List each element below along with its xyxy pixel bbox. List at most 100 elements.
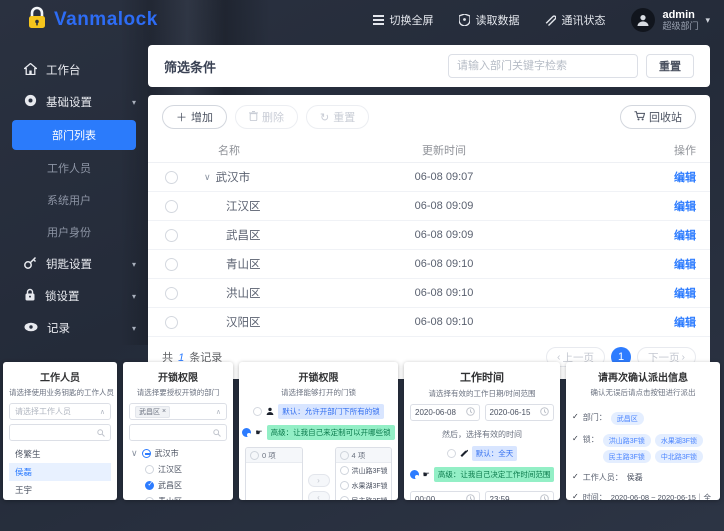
edit-link[interactable]: 编辑 xyxy=(674,317,696,329)
read-data-button[interactable]: 读取数据 xyxy=(459,12,519,28)
lock-item[interactable]: 民主路3F锁 xyxy=(336,493,392,500)
tree-node[interactable]: 江汉区 xyxy=(129,461,227,477)
plus-icon: ＋ xyxy=(176,109,187,125)
time-to-input[interactable]: 23:59 xyxy=(485,491,555,500)
checkbox[interactable] xyxy=(340,496,349,500)
checkbox[interactable] xyxy=(145,465,154,474)
checkbox-checked[interactable] xyxy=(145,481,154,490)
sidebar-item-staff[interactable]: 工作人员 xyxy=(0,152,148,184)
option-custom-row[interactable]: ☛ 高级：让我自己来定制可以开哪些锁 xyxy=(245,425,392,440)
lock-item[interactable]: 水果湖3F锁 xyxy=(336,478,392,493)
dept-name: 江汉区 xyxy=(226,198,261,214)
dept-search-input[interactable] xyxy=(448,54,638,78)
top-actions: 切换全屏 读取数据 通讯状态 admin 超级部门 xyxy=(373,8,710,32)
lock-item[interactable]: 洪山路3F锁 xyxy=(336,463,392,478)
delete-button[interactable]: 删除 xyxy=(235,105,298,129)
option-custom-row[interactable]: ☛ 高级：让我自己决定工作时间范围 xyxy=(410,467,554,482)
row-radio[interactable] xyxy=(165,171,178,184)
staff-option[interactable]: 佟繁生 xyxy=(9,445,111,463)
dept-tag: 武昌区× xyxy=(135,406,170,418)
radio[interactable] xyxy=(253,407,262,416)
edit-link[interactable]: 编辑 xyxy=(674,201,696,213)
date-from-input[interactable]: 2020-06-08 xyxy=(410,404,480,421)
staff-option[interactable]: 陈金波 xyxy=(9,499,111,500)
comm-status-button[interactable]: 通讯状态 xyxy=(545,12,605,28)
checkbox-indeterminate[interactable] xyxy=(142,449,151,458)
checkbox[interactable] xyxy=(145,497,154,501)
sidebar-item-user-identity[interactable]: 用户身份 xyxy=(0,216,148,248)
move-right-button[interactable]: › xyxy=(308,474,330,487)
checkbox[interactable] xyxy=(340,481,349,490)
staff-search-box[interactable] xyxy=(9,424,111,441)
checkbox[interactable] xyxy=(250,451,259,460)
tree-node[interactable]: 武昌区 xyxy=(129,477,227,493)
recycle-bin-button[interactable]: 回收站 xyxy=(620,105,696,129)
dept-select[interactable]: 武昌区× ∧ xyxy=(129,403,227,420)
edit-link[interactable]: 编辑 xyxy=(674,172,696,184)
transfer-right-panel: 4 项 洪山路3F锁 水果湖3F锁 民主路3F锁 中北路3F锁 xyxy=(335,447,393,500)
date-to-input[interactable]: 2020-06-15 xyxy=(485,404,555,421)
staff-option-selected[interactable]: 侯磊 xyxy=(9,463,111,481)
collapse-icon[interactable]: ∨ xyxy=(131,448,138,459)
radio[interactable] xyxy=(447,449,456,458)
dept-tag: 武昌区 xyxy=(611,412,644,425)
staff-option[interactable]: 王宇 xyxy=(9,481,111,499)
row-radio[interactable] xyxy=(165,287,178,300)
dept-search-box[interactable] xyxy=(129,424,227,441)
edit-link[interactable]: 编辑 xyxy=(674,288,696,300)
row-radio[interactable] xyxy=(165,316,178,329)
collapse-icon[interactable]: ∨ xyxy=(204,172,211,183)
row-radio[interactable] xyxy=(165,258,178,271)
sidebar-label-basic-settings: 基础设置 xyxy=(46,94,92,110)
column-header-name: 名称 xyxy=(194,142,344,158)
staff-select[interactable]: 请选择工作人员 ∧ xyxy=(9,403,111,420)
sidebar-item-dept-list[interactable]: 部门列表 xyxy=(12,120,136,150)
dept-table-card: ＋ 增加 删除 ↻ 重置 xyxy=(148,95,710,379)
user-menu[interactable]: admin 超级部门 ▾ xyxy=(631,8,710,32)
staff-search-input[interactable] xyxy=(15,428,97,437)
dept-tree-search-input[interactable] xyxy=(135,428,213,437)
close-icon[interactable]: × xyxy=(162,408,166,415)
updated-time: 06-08 09:10 xyxy=(344,316,544,328)
move-left-button[interactable]: ‹ xyxy=(308,491,330,500)
sidebar-item-lock-settings[interactable]: 锁设置 ▾ xyxy=(0,280,148,312)
radio-checked[interactable] xyxy=(242,428,251,437)
option-default-row[interactable]: 默认：允许开部门下所有的锁 xyxy=(245,404,392,419)
sidebar: 工作台 基础设置 ▾ 部门列表 工作人员 系统用户 用户身份 钥匙设置 ▾ xyxy=(0,40,148,350)
date-range-row: 2020-06-08 2020-06-15 xyxy=(410,404,554,421)
tree-node-label: 江汉区 xyxy=(158,464,182,475)
transfer-left-count: 0 项 xyxy=(262,450,276,461)
column-header-actions: 操作 xyxy=(544,142,696,158)
clock-icon xyxy=(540,494,549,500)
time-from-input[interactable]: 00:00 xyxy=(410,491,480,500)
sidebar-item-workbench[interactable]: 工作台 xyxy=(0,54,148,86)
edit-link[interactable]: 编辑 xyxy=(674,230,696,242)
add-button[interactable]: ＋ 增加 xyxy=(162,105,227,129)
tree-node-parent[interactable]: ∨ 武汉市 xyxy=(129,445,227,461)
chevron-down-icon: ▾ xyxy=(132,324,136,333)
reset-label: 重置 xyxy=(333,109,355,125)
sidebar-item-system-users[interactable]: 系统用户 xyxy=(0,184,148,216)
filter-reset-button[interactable]: 重置 xyxy=(646,54,694,78)
option-default-row[interactable]: 默认：全天 xyxy=(410,446,554,461)
sidebar-item-key-settings[interactable]: 钥匙设置 ▾ xyxy=(0,248,148,280)
staff-select-card: 工作人员 请选择使用业务钥匙的工作人员 请选择工作人员 ∧ 佟繁生 侯磊 王宇 … xyxy=(3,362,117,500)
reset-selection-button[interactable]: ↻ 重置 xyxy=(306,105,369,129)
checkbox[interactable] xyxy=(340,466,349,475)
edit-link[interactable]: 编辑 xyxy=(674,259,696,271)
row-radio[interactable] xyxy=(165,200,178,213)
row-radio[interactable] xyxy=(165,229,178,242)
tree-node[interactable]: 青山区 xyxy=(129,493,227,500)
chevron-down-icon: ▾ xyxy=(132,292,136,301)
option-default-label: 默认：允许开部门下所有的锁 xyxy=(278,404,384,419)
person-icon xyxy=(266,407,274,417)
fullscreen-toggle[interactable]: 切换全屏 xyxy=(373,12,433,28)
sidebar-item-records[interactable]: 记录 ▾ xyxy=(0,312,148,344)
padlock-icon xyxy=(26,6,48,35)
sidebar-item-basic-settings[interactable]: 基础设置 ▾ xyxy=(0,86,148,118)
chevron-down-icon: ▾ xyxy=(132,98,136,107)
checkbox[interactable] xyxy=(340,451,349,460)
filter-title: 筛选条件 xyxy=(164,57,216,76)
filter-controls: 重置 xyxy=(448,54,694,78)
radio-checked[interactable] xyxy=(410,470,419,479)
